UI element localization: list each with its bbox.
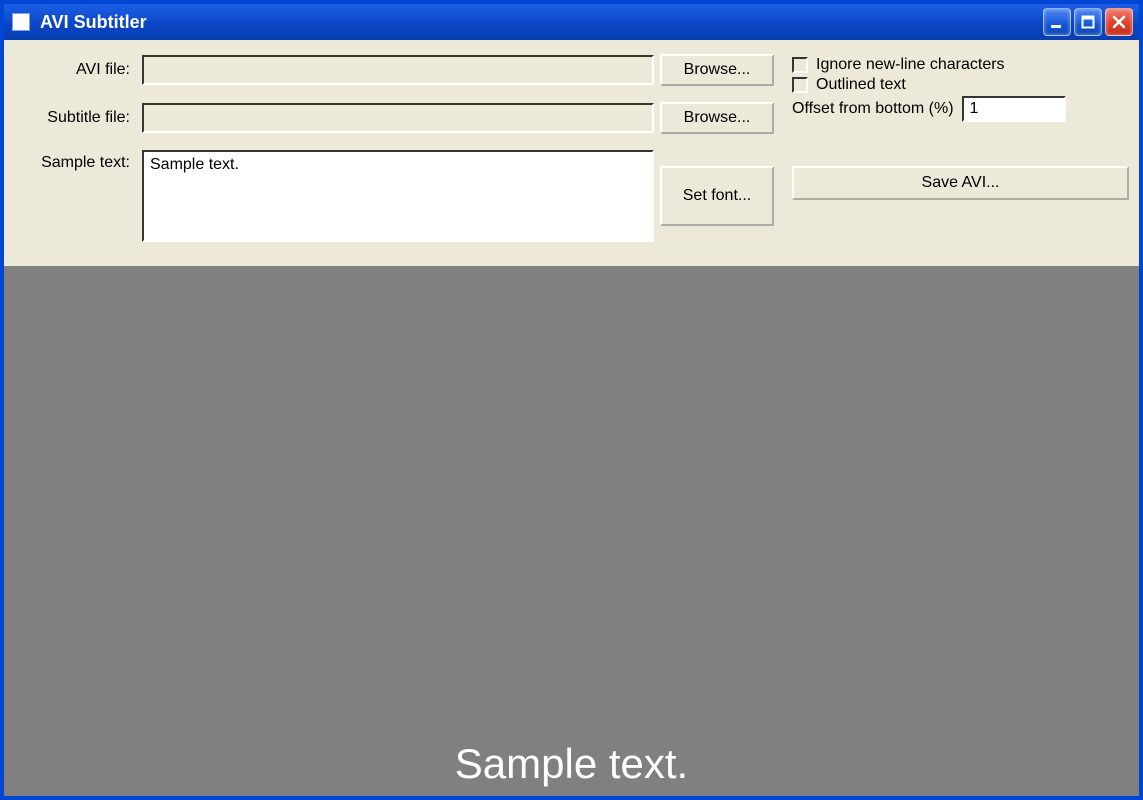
- ignore-newlines-label: Ignore new-line characters: [816, 56, 1005, 74]
- subtitle-file-label: Subtitle file:: [14, 109, 136, 127]
- preview-text: Sample text.: [455, 740, 688, 788]
- titlebar: AVI Subtitler: [4, 4, 1139, 40]
- subtitle-file-field[interactable]: [142, 103, 654, 133]
- ignore-newlines-row: Ignore new-line characters: [792, 56, 1129, 74]
- close-icon: [1112, 15, 1126, 29]
- set-font-button[interactable]: Set font...: [660, 166, 774, 226]
- offset-row: Offset from bottom (%): [792, 96, 1129, 122]
- browse-avi-button[interactable]: Browse...: [660, 54, 774, 86]
- browse-subtitle-button[interactable]: Browse...: [660, 102, 774, 134]
- maximize-button[interactable]: [1074, 8, 1102, 36]
- outlined-text-checkbox[interactable]: [792, 77, 808, 93]
- sample-text-row: Sample text: Set font...: [14, 150, 774, 242]
- minimize-button[interactable]: [1043, 8, 1071, 36]
- minimize-icon: [1050, 15, 1064, 29]
- save-avi-wrap: Save AVI...: [792, 166, 1129, 200]
- app-icon: [12, 13, 30, 31]
- offset-input[interactable]: [962, 96, 1066, 122]
- avi-file-label: AVI file:: [14, 61, 136, 79]
- window-title: AVI Subtitler: [40, 12, 1043, 33]
- control-panel: AVI file: Browse... Subtitle file: Brows…: [4, 40, 1139, 266]
- save-avi-button[interactable]: Save AVI...: [792, 166, 1129, 200]
- ignore-newlines-checkbox[interactable]: [792, 57, 808, 73]
- subtitle-file-row: Subtitle file: Browse...: [14, 102, 774, 134]
- window-controls: [1043, 8, 1133, 36]
- left-column: AVI file: Browse... Subtitle file: Brows…: [14, 54, 774, 242]
- sample-text-input[interactable]: [142, 150, 654, 242]
- app-window: AVI Subtitler AVI f: [0, 0, 1143, 800]
- preview-area: Sample text.: [4, 266, 1139, 796]
- right-column: Ignore new-line characters Outlined text…: [792, 54, 1129, 242]
- offset-label: Offset from bottom (%): [792, 100, 954, 118]
- outlined-text-label: Outlined text: [816, 76, 906, 94]
- avi-file-field[interactable]: [142, 55, 654, 85]
- avi-file-row: AVI file: Browse...: [14, 54, 774, 86]
- maximize-icon: [1081, 15, 1095, 29]
- sample-text-label: Sample text:: [14, 150, 136, 242]
- outlined-text-row: Outlined text: [792, 76, 1129, 94]
- close-button[interactable]: [1105, 8, 1133, 36]
